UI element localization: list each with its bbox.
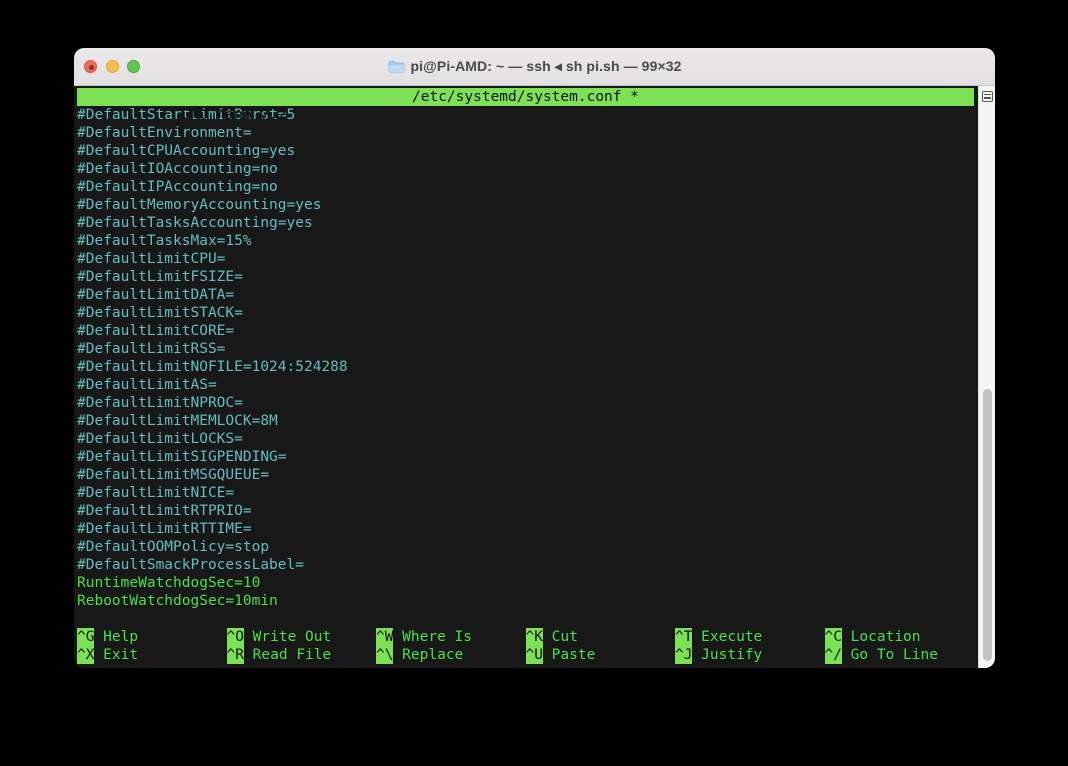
shortcut-key: ^C xyxy=(825,628,842,646)
shortcut-label: Location xyxy=(851,629,921,645)
shortcut-key: ^J xyxy=(675,646,692,664)
nano-filename: /etc/systemd/system.conf * xyxy=(77,88,974,106)
shortcut-label: Read File xyxy=(253,647,332,663)
nano-version-label: GNU nano 7.2 xyxy=(147,107,287,123)
folder-icon xyxy=(388,60,405,74)
shortcut-key: ^O xyxy=(227,628,244,646)
shortcut-key: ^U xyxy=(526,646,543,664)
editor-line: RuntimeWatchdogSec=10 xyxy=(77,574,974,592)
scrollbar[interactable] xyxy=(978,86,995,668)
shortcut-label: Replace xyxy=(402,647,463,663)
terminal-window: pi@Pi-AMD: ~ — ssh ◂ sh pi.sh — 99×32 GN… xyxy=(74,48,995,668)
shortcut-write-out[interactable]: ^O Write Out xyxy=(227,628,377,646)
shortcut-key: ^X xyxy=(77,646,94,664)
split-pane-icon xyxy=(982,91,993,102)
shortcut-where-is[interactable]: ^W Where Is xyxy=(376,628,526,646)
shortcut-key: ^T xyxy=(675,628,692,646)
editor-line: #DefaultLimitCPU= xyxy=(77,250,974,268)
editor-line: #DefaultLimitSIGPENDING= xyxy=(77,448,974,466)
shortcut-cut[interactable]: ^K Cut xyxy=(526,628,676,646)
editor-line: #DefaultTasksMax=15% xyxy=(77,232,974,250)
shortcut-key: ^\ xyxy=(376,646,393,664)
editor-line: #DefaultOOMPolicy=stop xyxy=(77,538,974,556)
editor-line: #DefaultLimitNOFILE=1024:524288 xyxy=(77,358,974,376)
window-title: pi@Pi-AMD: ~ — ssh ◂ sh pi.sh — 99×32 xyxy=(411,58,682,75)
shortcut-label: Where Is xyxy=(402,629,472,645)
editor-line: RebootWatchdogSec=10min xyxy=(77,592,974,610)
shortcut-go-to-line[interactable]: ^/ Go To Line xyxy=(825,646,975,664)
traffic-lights xyxy=(84,60,140,73)
titlebar[interactable]: pi@Pi-AMD: ~ — ssh ◂ sh pi.sh — 99×32 xyxy=(74,48,995,86)
editor-line: #DefaultLimitRSS= xyxy=(77,340,974,358)
shortcut-execute[interactable]: ^T Execute xyxy=(675,628,825,646)
editor-line: #DefaultLimitMSGQUEUE= xyxy=(77,466,974,484)
editor-line: #DefaultTasksAccounting=yes xyxy=(77,214,974,232)
editor-line: #DefaultMemoryAccounting=yes xyxy=(77,196,974,214)
terminal-screen[interactable]: GNU nano 7.2 /etc/systemd/system.conf * … xyxy=(74,86,995,668)
editor-line: #DefaultCPUAccounting=yes xyxy=(77,142,974,160)
shortcut-label: Write Out xyxy=(253,629,332,645)
editor-line: #DefaultLimitCORE= xyxy=(77,322,974,340)
editor-line: #DefaultLimitSTACK= xyxy=(77,304,974,322)
editor-line: #DefaultEnvironment= xyxy=(77,124,974,142)
editor-line: #DefaultIPAccounting=no xyxy=(77,178,974,196)
editor-line: #DefaultIOAccounting=no xyxy=(77,160,974,178)
editor-line: #DefaultLimitFSIZE= xyxy=(77,268,974,286)
shortcut-location[interactable]: ^C Location xyxy=(825,628,975,646)
shortcut-key: ^/ xyxy=(825,646,842,664)
editor-line: #DefaultLimitAS= xyxy=(77,376,974,394)
editor-line: #DefaultLimitDATA= xyxy=(77,286,974,304)
close-button[interactable] xyxy=(84,60,97,73)
shortcut-key: ^K xyxy=(526,628,543,646)
scrollbar-thumb[interactable] xyxy=(983,389,992,661)
shortcut-exit[interactable]: ^X Exit xyxy=(77,646,227,664)
nano-titlebar: GNU nano 7.2 /etc/systemd/system.conf * xyxy=(77,88,974,106)
shortcut-label: Cut xyxy=(552,629,578,645)
shortcut-row: ^X Exit ^R Read File ^\ Replace ^U Paste ^J Justi… xyxy=(77,646,974,664)
shortcut-label: Go To Line xyxy=(851,647,938,663)
split-pane-button[interactable] xyxy=(980,88,995,104)
zoom-button[interactable] xyxy=(127,60,140,73)
shortcut-label: Help xyxy=(103,629,138,645)
shortcut-key: ^G xyxy=(77,628,94,646)
shortcut-label: Paste xyxy=(552,647,596,663)
editor-lines: #DefaultStartLimitBurst=5#DefaultEnviron… xyxy=(77,106,974,610)
shortcut-row: ^G Help ^O Write Out ^W Where Is ^K Cut ^T Execut… xyxy=(77,628,974,646)
blank-line xyxy=(77,610,974,628)
editor-line: #DefaultLimitLOCKS= xyxy=(77,430,974,448)
editor-line: #DefaultSmackProcessLabel= xyxy=(77,556,974,574)
shortcut-key: ^R xyxy=(227,646,244,664)
minimize-button[interactable] xyxy=(106,60,119,73)
editor-line: #DefaultLimitRTPRIO= xyxy=(77,502,974,520)
shortcut-help[interactable]: ^G Help xyxy=(77,628,227,646)
shortcut-justify[interactable]: ^J Justify xyxy=(675,646,825,664)
shortcut-label: Execute xyxy=(701,629,762,645)
editor-line: #DefaultLimitRTTIME= xyxy=(77,520,974,538)
shortcut-key: ^W xyxy=(376,628,393,646)
editor-line: #DefaultLimitMEMLOCK=8M xyxy=(77,412,974,430)
shortcut-read-file[interactable]: ^R Read File xyxy=(227,646,377,664)
nano-shortcut-bar: ^G Help ^O Write Out ^W Where Is ^K Cut ^T Execut… xyxy=(77,628,974,664)
editor-line: #DefaultLimitNPROC= xyxy=(77,394,974,412)
shortcut-replace[interactable]: ^\ Replace xyxy=(376,646,526,664)
editor-line: #DefaultLimitNICE= xyxy=(77,484,974,502)
shortcut-paste[interactable]: ^U Paste xyxy=(526,646,676,664)
shortcut-label: Justify xyxy=(701,647,762,663)
shortcut-label: Exit xyxy=(103,647,138,663)
